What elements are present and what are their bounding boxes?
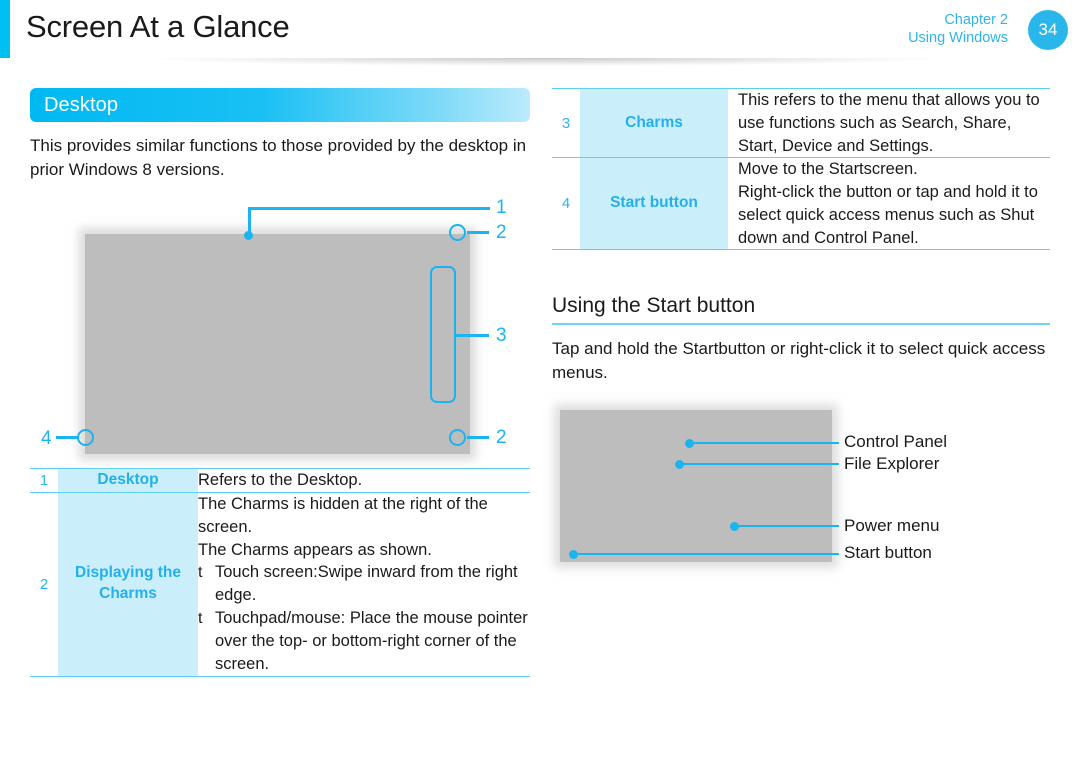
table-row: 4 Start button Move to the Startscreen. … bbox=[552, 157, 1050, 251]
page-header: Screen At a Glance Chapter 2 Using Windo… bbox=[0, 0, 1080, 58]
start-button-menu-diagram: Control Panel File Explorer Power menu S… bbox=[552, 402, 1050, 582]
table-row: 1 Desktop Refers to the Desktop. bbox=[30, 468, 530, 494]
chapter-number-label: Chapter 2 bbox=[944, 12, 1008, 28]
row-label-line2: Charms bbox=[99, 585, 157, 603]
desktop-screen-image bbox=[85, 234, 470, 455]
row-label: Charms bbox=[580, 87, 728, 159]
start-button-label: Start button bbox=[844, 542, 932, 562]
charms-reference-table: 3 Charms This refers to the menu that al… bbox=[552, 87, 1050, 251]
charms-bar-highlight bbox=[430, 266, 456, 404]
desc-line: Move to the Startscreen. bbox=[738, 160, 918, 179]
bullet-icon: t bbox=[198, 564, 203, 582]
section-header-desktop: Desktop bbox=[30, 88, 530, 122]
desc-bullet-text: Touchpad/mouse: Place the mouse pointer … bbox=[215, 609, 528, 673]
right-column: 3 Charms This refers to the menu that al… bbox=[552, 87, 1050, 582]
page-number-badge: 34 bbox=[1028, 10, 1068, 50]
desc-line: Refers to the Desktop. bbox=[198, 471, 363, 490]
desc-bullet: t Touchpad/mouse: Place the mouse pointer… bbox=[198, 607, 530, 676]
callout-2-bottom-number: 2 bbox=[496, 427, 507, 449]
table-row: 3 Charms This refers to the menu that al… bbox=[552, 87, 1050, 159]
callout-2-bottom-leader bbox=[467, 436, 489, 439]
row-label: Start button bbox=[580, 157, 728, 251]
desc-line: This refers to the menu that allows you … bbox=[738, 91, 1040, 155]
subsection-title: Using the Start button bbox=[552, 294, 1050, 326]
control-panel-leader bbox=[689, 441, 839, 445]
desktop-description: This provides similar functions to those… bbox=[30, 136, 527, 180]
callout-2-top-number: 2 bbox=[496, 222, 507, 244]
callout-1-number: 1 bbox=[496, 197, 507, 219]
start-button-leader bbox=[573, 552, 839, 556]
header-shadow bbox=[10, 58, 1080, 72]
row-description: Refers to the Desktop. bbox=[198, 468, 530, 494]
callout-3-leader bbox=[456, 334, 489, 337]
callout-1-leader-horizontal bbox=[248, 207, 490, 210]
row-label: Displaying the Charms bbox=[58, 492, 198, 677]
row-description: Move to the Startscreen. Right-click the… bbox=[728, 157, 1050, 251]
chapter-info: Chapter 2 Using Windows bbox=[908, 11, 1008, 47]
row-label-line1: Displaying the bbox=[75, 564, 181, 582]
start-menu-screen-image bbox=[560, 409, 832, 562]
desc-line: The Charms appears as shown. bbox=[198, 540, 432, 559]
desc-bullet: t Touch screen:Swipe inward from the righ… bbox=[198, 561, 530, 607]
row-number: 1 bbox=[30, 468, 58, 494]
desc-bullet-text: Touch screen:Swipe inward from the right… bbox=[215, 563, 518, 605]
chapter-name-label: Using Windows bbox=[908, 30, 1008, 47]
desc-line: The Charms is hidden at the right of the… bbox=[198, 495, 488, 536]
callout-3-number: 3 bbox=[496, 325, 507, 347]
page-title: Screen At a Glance bbox=[26, 9, 290, 44]
desktop-screen-diagram: 1 2 3 4 2 bbox=[30, 190, 530, 468]
desktop-reference-table: 1 Desktop Refers to the Desktop. 2 Displ… bbox=[30, 468, 530, 677]
row-number: 4 bbox=[552, 157, 580, 251]
callout-4-number: 4 bbox=[41, 428, 52, 450]
row-number: 3 bbox=[552, 87, 580, 159]
file-explorer-label: File Explorer bbox=[844, 453, 940, 473]
table-row: 2 Displaying the Charms The Charms is hi… bbox=[30, 492, 530, 677]
row-number: 2 bbox=[30, 492, 58, 677]
subsection-description: Tap and hold the Startbutton or right-cl… bbox=[552, 339, 1046, 383]
start-button-subsection: Using the Start button Tap and hold the … bbox=[552, 294, 1050, 385]
file-explorer-leader bbox=[679, 462, 839, 466]
left-column: Desktop This provides similar functions … bbox=[30, 88, 530, 677]
control-panel-label: Control Panel bbox=[844, 431, 948, 451]
callout-2-top-leader bbox=[467, 231, 489, 234]
row-description: This refers to the menu that allows you … bbox=[728, 87, 1050, 159]
desc-line: Right-click the button or tap and hold i… bbox=[738, 183, 1038, 247]
row-description: The Charms is hidden at the right of the… bbox=[198, 492, 530, 677]
section-title-label: Desktop bbox=[44, 93, 119, 116]
power-menu-label: Power menu bbox=[844, 515, 940, 535]
callout-4-leader bbox=[56, 436, 78, 439]
bullet-icon: t bbox=[198, 610, 203, 628]
power-menu-leader bbox=[734, 524, 839, 528]
row-label: Desktop bbox=[58, 468, 198, 494]
header-accent-bar bbox=[0, 0, 10, 58]
